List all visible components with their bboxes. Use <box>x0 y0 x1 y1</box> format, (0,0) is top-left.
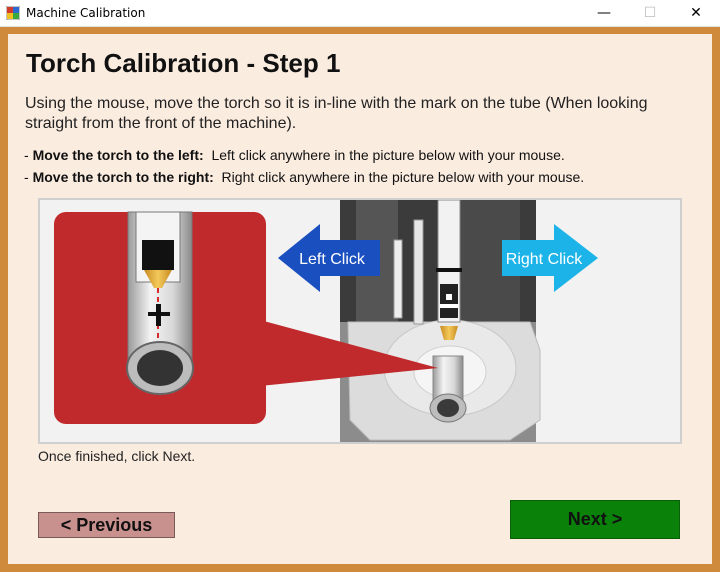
previous-button[interactable]: < Previous <box>38 512 175 538</box>
right-click-label: Right Click <box>506 251 583 268</box>
maximize-button[interactable]: ☐ <box>627 0 673 26</box>
instruction-left-text: Left click anywhere in the picture below… <box>203 147 565 163</box>
instruction-left-bold: Move the torch to the left: <box>32 147 204 163</box>
torch-illustration: Left Click Right Click <box>54 200 598 442</box>
torch-calibration-picture[interactable]: Left Click Right Click <box>38 198 682 444</box>
finished-hint: Once finished, click Next. <box>38 448 196 464</box>
page-title: Torch Calibration - Step 1 <box>26 48 341 78</box>
title-bar: Machine Calibration — ☐ ✕ <box>0 0 720 27</box>
machine-body <box>340 200 541 442</box>
instruction-right: - Move the torch to the right: Right cli… <box>24 169 584 185</box>
instruction-right-text: Right click anywhere in the picture belo… <box>213 169 585 185</box>
instruction-right-bold: Move the torch to the right: <box>32 169 214 185</box>
window-title: Machine Calibration <box>26 6 146 20</box>
calibration-panel: Torch Calibration - Step 1 Using the mou… <box>8 34 712 564</box>
intro-text: Using the mouse, move the torch so it is… <box>25 95 648 132</box>
instruction-right-prefix: - <box>24 169 33 185</box>
left-click-label: Left Click <box>299 251 366 268</box>
close-button[interactable]: ✕ <box>673 0 719 26</box>
app-icon <box>6 6 20 20</box>
instruction-left: - Move the torch to the left: Left click… <box>24 147 565 163</box>
instruction-left-prefix: - <box>24 147 33 163</box>
minimize-button[interactable]: — <box>581 0 627 26</box>
next-button[interactable]: Next > <box>510 500 680 539</box>
